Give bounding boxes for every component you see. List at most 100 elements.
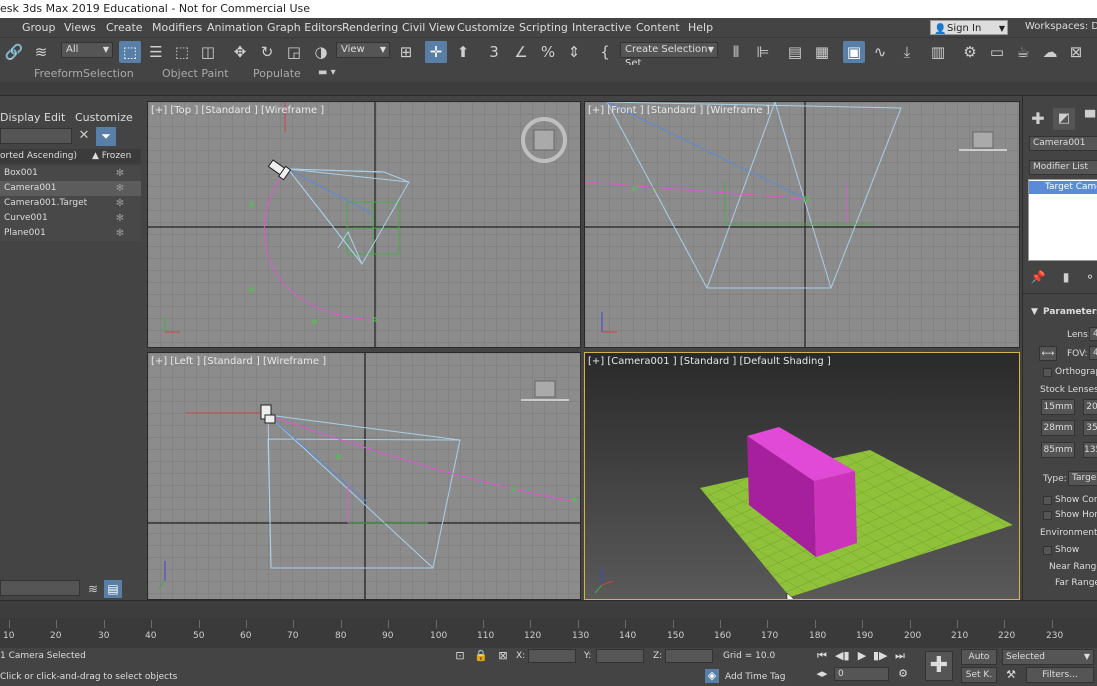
show-env-range-checkbox[interactable] <box>1043 546 1052 555</box>
lens-15mm-button[interactable]: 15mm <box>1041 399 1075 415</box>
render-production-icon[interactable]: ☕ <box>1012 41 1034 63</box>
spinner-snap-icon[interactable]: ⇕ <box>563 41 585 63</box>
play-icon[interactable]: ▶ <box>855 649 869 663</box>
filter-icon[interactable]: ⏷ <box>96 127 116 146</box>
explorer-tab-display[interactable]: Display <box>0 111 41 124</box>
explorer-tab-customize[interactable]: Customize <box>75 111 133 124</box>
select-manipulate-icon[interactable]: ✛ <box>425 41 447 63</box>
stack-item-target-camera[interactable]: Target Camera <box>1029 181 1097 194</box>
workspaces-label[interactable]: Workspaces: Def <box>1025 21 1097 32</box>
named-selection-set-dropdown[interactable]: Create Selection Set ▼ <box>620 42 718 69</box>
menu-rendering[interactable]: Rendering <box>342 21 398 34</box>
ribbon-tab-object-paint[interactable]: Object Paint <box>162 67 229 80</box>
object-name-field[interactable]: Camera001 <box>1029 136 1097 151</box>
menu-animation[interactable]: Animation <box>207 21 263 34</box>
fov-direction-button[interactable]: ⟷ <box>1039 346 1057 361</box>
lens-input[interactable]: 4 <box>1089 327 1097 341</box>
reference-coordinate-dropdown[interactable]: View ▼ <box>336 42 390 58</box>
menu-help[interactable]: Help <box>688 21 713 34</box>
frozen-column-header[interactable]: ▲ Frozen <box>92 149 131 164</box>
viewport-label-front[interactable]: [+] [Front ] [Standard ] [Wireframe ] <box>588 105 770 116</box>
render-setup-icon[interactable]: ⚙ <box>959 41 981 63</box>
sign-in-dropdown[interactable]: 👤 Sign In ▼ <box>930 20 1008 35</box>
menu-content[interactable]: Content <box>636 21 680 34</box>
set-key-icon[interactable]: ✚ <box>925 651 953 681</box>
explorer-search-input[interactable] <box>0 128 72 144</box>
explorer-selector-dropdown[interactable] <box>0 580 80 596</box>
menu-modifiers[interactable]: Modifiers <box>152 21 202 34</box>
make-unique-icon[interactable]: ⚬ <box>1079 266 1097 288</box>
selection-set-dropdown[interactable]: Selected ▼ <box>1002 649 1094 665</box>
x-coordinate-field[interactable] <box>528 649 576 663</box>
snowflake-icon[interactable]: ✻ <box>112 181 128 196</box>
previous-frame-icon[interactable]: ◀▮ <box>835 649 850 663</box>
auto-key-button[interactable]: Auto <box>961 649 997 665</box>
lens-20mm-button[interactable]: 20 <box>1083 399 1097 415</box>
menu-civil-view[interactable]: Civil View <box>402 21 455 34</box>
render-shortcuts-icon[interactable]: ⊠ <box>1065 41 1087 63</box>
ribbon-tab-freeform[interactable]: Freeform <box>34 67 83 80</box>
mirror-icon[interactable]: ⫴ <box>725 41 747 63</box>
set-key-button[interactable]: Set K. <box>961 667 997 683</box>
go-to-end-icon[interactable]: ⏭ <box>893 649 907 663</box>
link-icon[interactable]: 🔗 <box>3 41 25 63</box>
ribbon-tab-populate[interactable]: Populate <box>253 67 301 80</box>
add-time-tag-label[interactable]: Add Time Tag <box>725 672 785 682</box>
orthographic-checkbox[interactable] <box>1043 368 1052 377</box>
pin-stack-icon[interactable]: 📌 <box>1027 266 1049 288</box>
window-crossing-icon[interactable]: ◫ <box>197 41 219 63</box>
rotate-icon[interactable]: ↻ <box>256 41 278 63</box>
schematic-view-icon[interactable]: ⤓ <box>896 41 918 63</box>
snowflake-icon[interactable]: ✻ <box>112 211 128 226</box>
snowflake-icon[interactable]: ✻ <box>112 196 128 211</box>
lens-85mm-button[interactable]: 85mm <box>1041 442 1075 458</box>
show-end-result-icon[interactable]: ▮ <box>1055 266 1077 288</box>
select-by-name-icon[interactable]: ☰ <box>145 41 167 63</box>
fov-input[interactable]: 4 <box>1089 346 1097 360</box>
lens-35mm-button[interactable]: 35 <box>1083 420 1097 436</box>
track-bar[interactable]: 10 20 30 40 50 60 70 80 90 100 110 120 130 140 150 160 1… <box>0 618 1097 648</box>
align-icon[interactable]: ⊫ <box>752 41 774 63</box>
angle-snap-icon[interactable]: ∠ <box>510 41 532 63</box>
lens-28mm-button[interactable]: 28mm <box>1041 420 1075 436</box>
rectangular-selection-icon[interactable]: ⬚ <box>171 41 193 63</box>
menu-customize[interactable]: Customize <box>457 21 515 34</box>
menu-views[interactable]: Views <box>64 21 96 34</box>
pivot-center-icon[interactable]: ⊞ <box>395 41 417 63</box>
time-configuration-icon[interactable]: ⚙ <box>896 667 910 681</box>
viewport-label-left[interactable]: [+] [Left ] [Standard ] [Wireframe ] <box>151 356 326 367</box>
current-frame-field[interactable]: 0 <box>834 667 889 681</box>
list-item[interactable]: Plane001 ✻ <box>0 226 141 241</box>
explorer-tab-edit[interactable]: Edit <box>44 111 65 124</box>
render-in-cloud-icon[interactable]: ☁ <box>1039 41 1061 63</box>
ribbon-tab-selection[interactable]: Selection <box>83 67 134 80</box>
viewport-left[interactable]: [+] [Left ] [Standard ] [Wireframe ] <box>147 352 581 600</box>
show-cone-checkbox[interactable] <box>1043 496 1052 505</box>
time-tag-icon[interactable]: ◈ <box>705 669 719 683</box>
time-slider[interactable] <box>0 600 1097 618</box>
close-icon[interactable]: ✕ <box>76 128 92 144</box>
toggle-ribbon-icon[interactable]: ▦ <box>811 41 833 63</box>
ribbon-options-icon[interactable]: ▬ ▾ <box>318 67 336 78</box>
keyboard-shortcut-override-icon[interactable]: ⬆ <box>452 41 474 63</box>
percent-snap-icon[interactable]: % <box>537 41 559 63</box>
menu-create[interactable]: Create <box>106 21 143 34</box>
list-item[interactable]: Curve001 ✻ <box>0 211 141 226</box>
y-coordinate-field[interactable] <box>596 649 644 663</box>
isolate-selection-icon[interactable]: ⊡ <box>453 649 467 663</box>
modify-panel-icon[interactable]: ◩ <box>1053 108 1075 130</box>
select-object-icon[interactable]: ⬚ <box>119 41 141 63</box>
next-frame-icon[interactable]: ▮▶ <box>873 649 888 663</box>
list-item[interactable]: Box001 ✻ <box>0 166 141 181</box>
menu-group[interactable]: Group <box>22 21 56 34</box>
lock-icon[interactable]: 🔒 <box>474 649 488 663</box>
viewport-top[interactable]: [+] [Top ] [Standard ] [Wireframe ] <box>147 101 581 348</box>
lens-135mm-button[interactable]: 135 <box>1083 442 1097 458</box>
viewport-camera[interactable]: [+] [Camera001 ] [Standard ] [Default Sh… <box>584 352 1020 600</box>
sort-by-hierarchy-icon[interactable]: ▤ <box>104 580 122 598</box>
menu-graph-editors[interactable]: Graph Editors <box>267 21 343 34</box>
modifier-list-dropdown[interactable]: Modifier List <box>1029 160 1097 175</box>
camera-type-dropdown[interactable]: Targe <box>1068 471 1097 486</box>
edit-named-selection-icon[interactable]: { <box>594 41 616 63</box>
snowflake-icon[interactable]: ✻ <box>112 226 128 241</box>
